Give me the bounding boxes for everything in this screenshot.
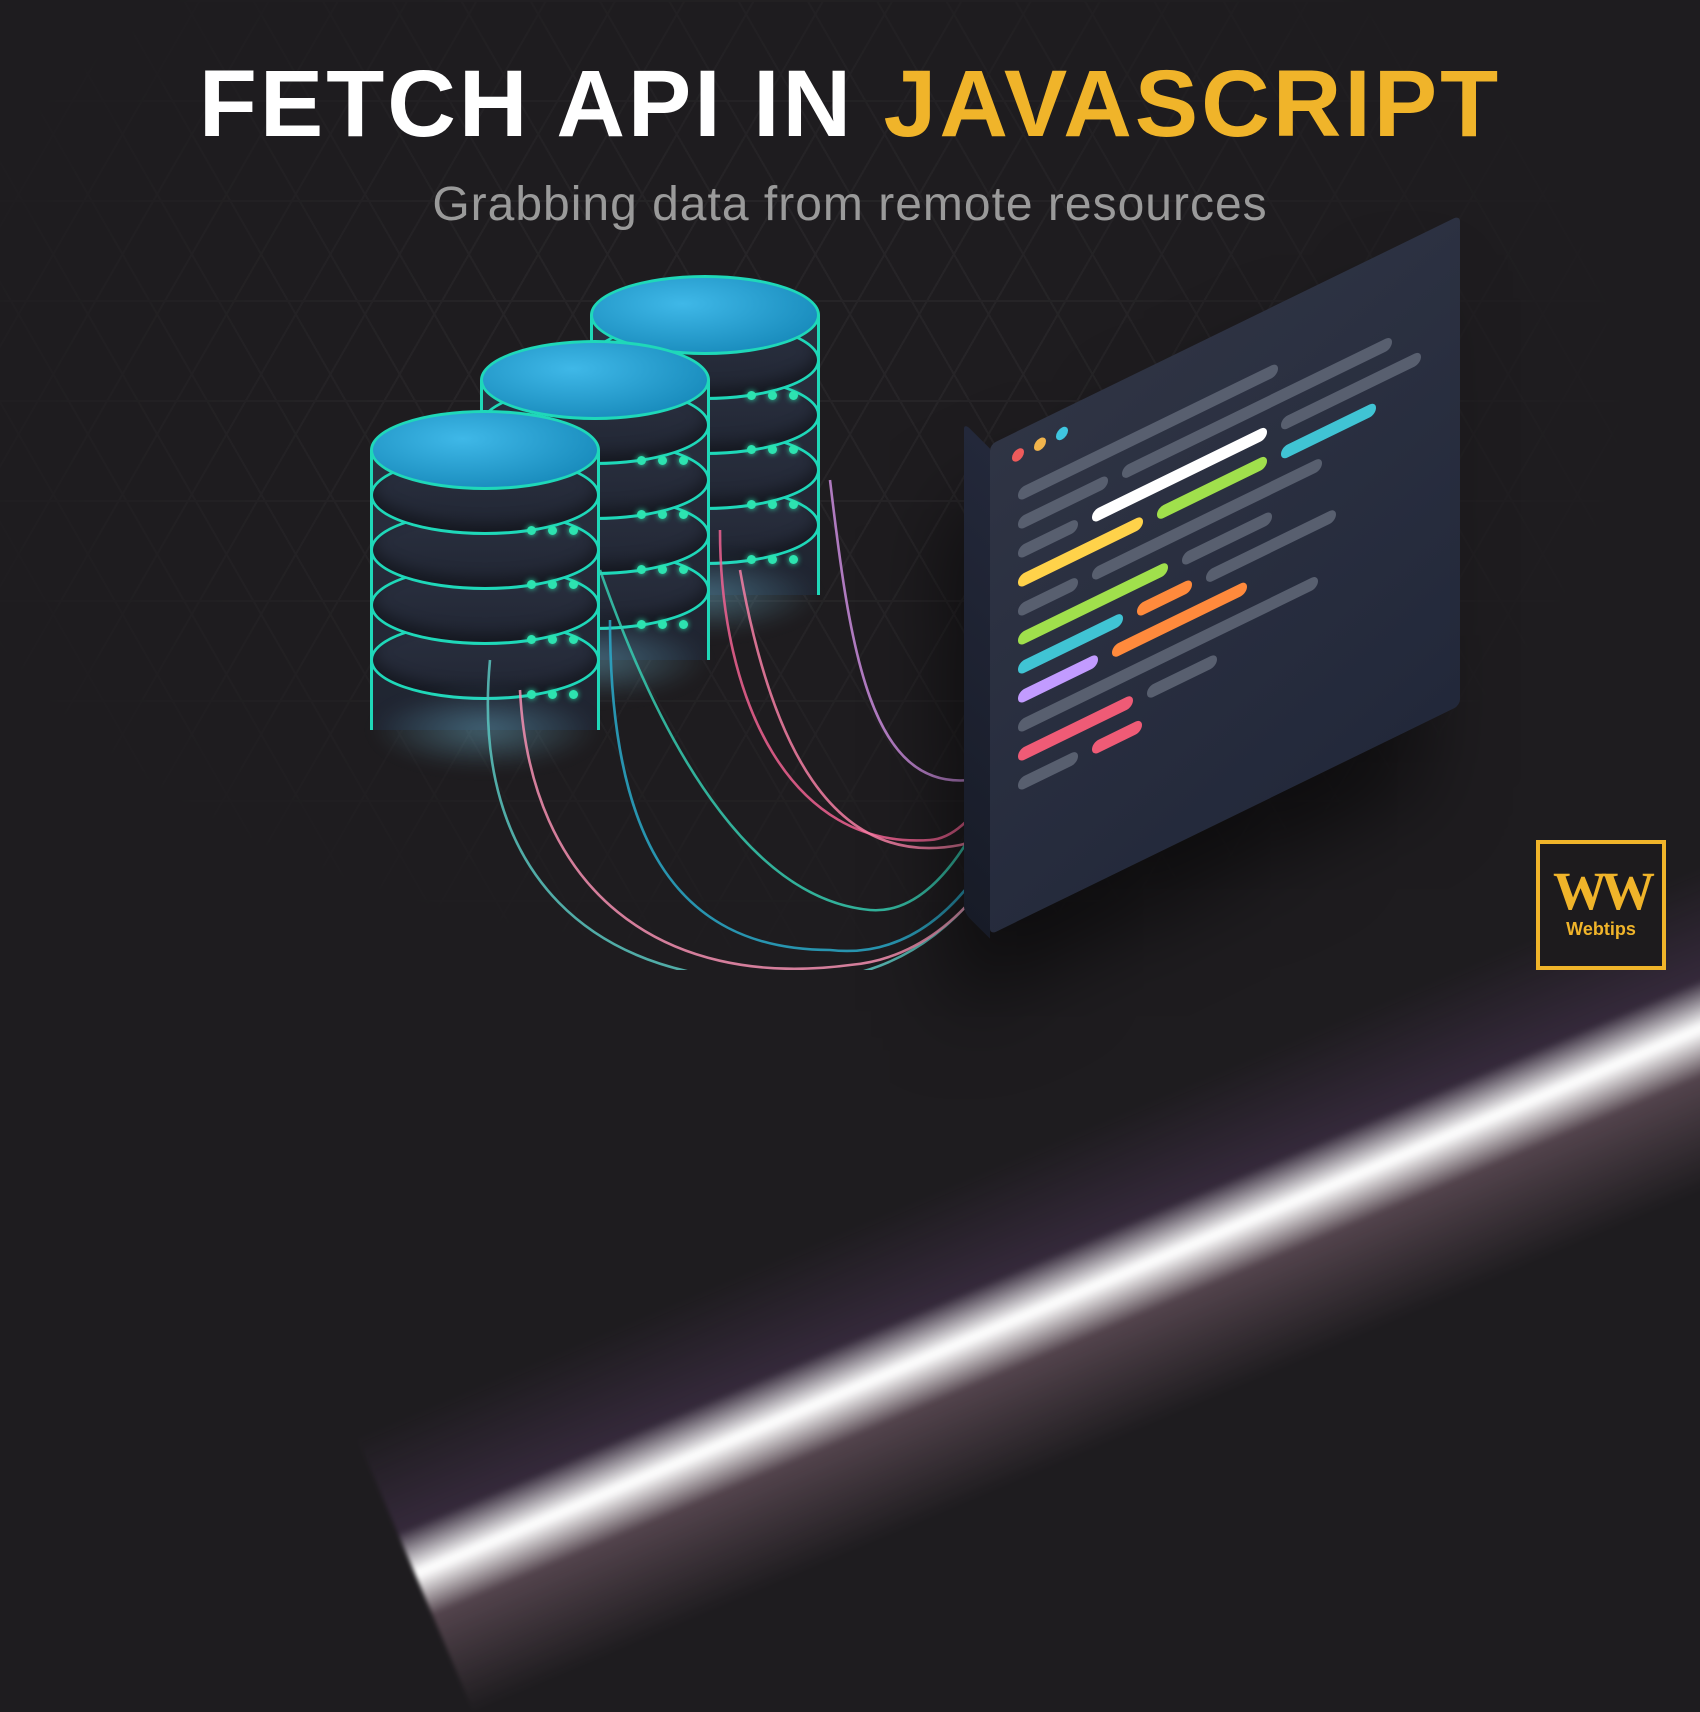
page-title: FETCH API IN JAVASCRIPT xyxy=(0,50,1700,159)
webtips-logo: WW Webtips xyxy=(1536,840,1666,970)
close-icon xyxy=(1012,446,1024,464)
title-part-1: FETCH API IN xyxy=(199,51,884,157)
title-part-2: JAVASCRIPT xyxy=(883,51,1501,157)
code-editor-window xyxy=(990,215,1460,934)
code-content xyxy=(1018,287,1432,792)
database-icon xyxy=(370,410,600,730)
logo-text: Webtips xyxy=(1566,919,1636,940)
window-controls xyxy=(1012,425,1068,464)
maximize-icon xyxy=(1056,425,1068,443)
logo-mark: WW xyxy=(1553,870,1649,913)
minimize-icon xyxy=(1034,435,1046,453)
hero-illustration xyxy=(310,270,1410,970)
heading-block: FETCH API IN JAVASCRIPT Grabbing data fr… xyxy=(0,50,1700,232)
